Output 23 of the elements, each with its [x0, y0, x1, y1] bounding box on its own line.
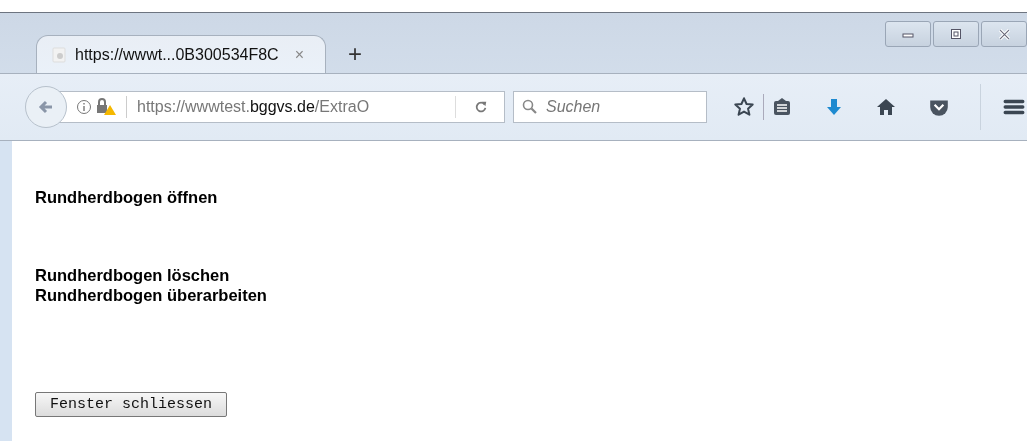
tab-title: https://wwwt...0B300534F8C [75, 45, 279, 64]
lock-warning-icon [96, 98, 116, 116]
download-icon[interactable] [824, 97, 844, 117]
maximize-icon [950, 28, 962, 40]
browser-tab[interactable]: https://wwwt...0B300534F8C × [36, 35, 326, 73]
back-button[interactable] [25, 86, 67, 128]
list-icon[interactable] [772, 97, 792, 117]
maximize-button[interactable] [933, 21, 979, 47]
action-link[interactable]: Rundherdbogen löschen [35, 265, 230, 285]
action-link[interactable]: Rundherdbogen überarbeiten [35, 285, 267, 305]
search-icon [522, 99, 538, 115]
close-window-button[interactable]: Fenster schliessen [35, 392, 228, 417]
search-field[interactable]: Suchen [513, 91, 707, 123]
info-icon [76, 99, 92, 115]
url-text: https://wwwtest.bggvs.de/ExtraO [137, 98, 370, 116]
star-icon[interactable] [733, 96, 755, 118]
reload-icon[interactable] [474, 100, 488, 114]
new-tab-button[interactable]: + [348, 40, 362, 68]
back-arrow-icon [38, 99, 54, 115]
home-icon[interactable] [876, 97, 896, 117]
action-link[interactable]: Rundherdbogen öffnen [35, 187, 218, 207]
close-icon [997, 27, 1011, 41]
page-icon [51, 46, 67, 63]
